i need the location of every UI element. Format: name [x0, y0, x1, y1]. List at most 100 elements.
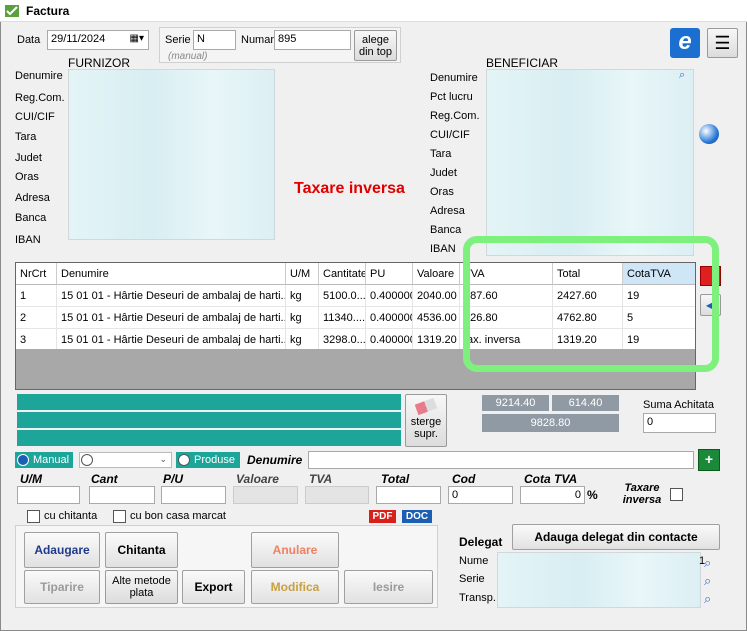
modifica-button[interactable]: Modifica	[251, 570, 339, 604]
um-input[interactable]	[17, 486, 80, 504]
furnizor-title: FURNIZOR	[68, 56, 130, 70]
table-header-cell[interactable]: PU	[366, 263, 413, 285]
table-cell: kg	[286, 307, 319, 329]
table-cell: 0.400000	[366, 307, 413, 329]
table-cell: 3298.0...	[319, 329, 366, 351]
cu-bon-checkbox[interactable]	[113, 510, 126, 523]
produse-radio[interactable]: Produse	[176, 452, 240, 468]
furnizor-label: Reg.Com.	[15, 92, 65, 104]
valoare-readonly	[233, 486, 298, 504]
add-product-icon[interactable]: +	[698, 449, 720, 471]
search-icon-nume[interactable]: ⌕	[704, 555, 711, 571]
adaugare-button[interactable]: Adaugare	[24, 532, 100, 568]
tva-label: TVA	[309, 472, 333, 486]
chevron-down-icon: ⌄	[159, 454, 167, 464]
manual-combo[interactable]: ⌄	[79, 452, 172, 468]
manual-radio[interactable]: Manual	[15, 452, 73, 468]
furnizor-label: IBAN	[15, 234, 41, 246]
chitanta-button[interactable]: Chitanta	[105, 532, 178, 568]
table-header-cell[interactable]: NrCrt	[16, 263, 57, 285]
teal-bar-3	[17, 430, 401, 446]
beneficiar-search-icon[interactable]: ⌕	[679, 69, 685, 82]
cu-chitanta-checkbox[interactable]	[27, 510, 40, 523]
iesire-button[interactable]: Iesire	[344, 570, 433, 604]
cu-bon-label: cu bon casa marcat	[130, 510, 226, 522]
beneficiar-label: Pct lucru	[430, 91, 473, 103]
table-cell: 3	[16, 329, 57, 351]
globe-icon[interactable]	[699, 124, 719, 144]
beneficiar-label: Reg.Com.	[430, 110, 480, 122]
beneficiar-label: Tara	[430, 148, 452, 160]
search-icon-transp[interactable]: ⌕	[704, 591, 711, 607]
total-input[interactable]	[376, 486, 441, 504]
furnizor-label: Denumire	[15, 70, 63, 82]
cota-tva-input[interactable]: 0	[520, 486, 585, 504]
sterge-label: sterge supr.	[410, 416, 442, 440]
pu-input[interactable]	[161, 486, 226, 504]
table-cell: kg	[286, 285, 319, 307]
beneficiar-label: Banca	[430, 224, 462, 236]
furnizor-label: Tara	[15, 131, 37, 143]
date-field[interactable]: 29/11/2024 ▦▾	[47, 30, 149, 50]
cu-chitanta-label: cu chitanta	[44, 510, 98, 522]
table-cell: 2	[16, 307, 57, 329]
sterge-button[interactable]: sterge supr.	[405, 394, 447, 447]
taxare-inversa-checkbox[interactable]	[670, 488, 683, 501]
tva-readonly	[305, 486, 369, 504]
beneficiar-label: Judet	[430, 167, 457, 179]
adauga-delegat-button[interactable]: Adauga delegat din contacte	[512, 524, 720, 550]
table-cell: 0.400000	[366, 285, 413, 307]
table-header-cell[interactable]: U/M	[286, 263, 319, 285]
teal-bar-2	[17, 412, 401, 428]
export-button[interactable]: Export	[182, 570, 245, 604]
table-cell: 1	[16, 285, 57, 307]
table-header-cell[interactable]: Valoare	[413, 263, 460, 285]
teal-bar-1	[17, 394, 401, 410]
tiparire-button[interactable]: Tiparire	[24, 570, 100, 604]
delegat-label: Serie	[459, 573, 485, 585]
serie-input[interactable]: N	[193, 30, 236, 50]
table-header-cell[interactable]: Cantitate	[319, 263, 366, 285]
cod-input[interactable]: 0	[448, 486, 513, 504]
beneficiar-label: CUI/CIF	[430, 129, 470, 141]
total-valoare: 9214.40	[482, 395, 549, 411]
data-label: Data	[17, 34, 41, 46]
pdf-icon[interactable]: PDF	[369, 510, 396, 523]
beneficiar-label: IBAN	[430, 243, 456, 255]
search-icon-serie[interactable]: ⌕	[704, 573, 711, 589]
furnizor-label: Oras	[15, 171, 39, 183]
delegat-label: Nume	[459, 555, 489, 567]
denumire-entry-label: Denumire	[247, 453, 303, 467]
cant-input[interactable]	[89, 486, 155, 504]
anulare-button[interactable]: Anulare	[251, 532, 339, 568]
total-label: Total	[381, 472, 410, 486]
numar-input[interactable]: 895	[274, 30, 351, 50]
calendar-dropdown-icon[interactable]: ▦▾	[130, 33, 144, 44]
um-label: U/M	[20, 472, 42, 486]
denumire-entry-input[interactable]	[308, 451, 694, 469]
produse-label: Produse	[194, 454, 235, 466]
doc-icon[interactable]: DOC	[402, 510, 432, 523]
window-title: Factura	[26, 4, 70, 18]
total-general: 9828.80	[482, 414, 619, 432]
furnizor-details-blurred	[68, 69, 275, 240]
table-cell: 1319.20	[413, 329, 460, 351]
eraser-icon	[414, 397, 438, 416]
table-cell: 11340....	[319, 307, 366, 329]
cota-tva-label: Cota TVA	[524, 472, 578, 486]
alte-metode-plata-button[interactable]: Alte metode plata	[105, 570, 178, 604]
manual-radio-dot	[17, 454, 29, 466]
app-icon	[5, 5, 19, 17]
beneficiar-label: Denumire	[430, 72, 478, 84]
e-factura-icon[interactable]: e	[670, 28, 700, 58]
alege-din-top-button[interactable]: alege din top	[354, 30, 397, 61]
suma-achitata-input[interactable]: 0	[643, 413, 716, 433]
menu-icon[interactable]: ☰	[707, 28, 738, 58]
produse-radio-dot	[178, 454, 190, 466]
table-cell: 2040.00	[413, 285, 460, 307]
table-header-cell[interactable]: Denumire	[57, 263, 286, 285]
beneficiar-title: BENEFICIAR	[486, 56, 559, 70]
title-bar: Factura	[0, 0, 747, 22]
cant-label: Cant	[91, 472, 118, 486]
date-value: 29/11/2024	[51, 33, 106, 45]
